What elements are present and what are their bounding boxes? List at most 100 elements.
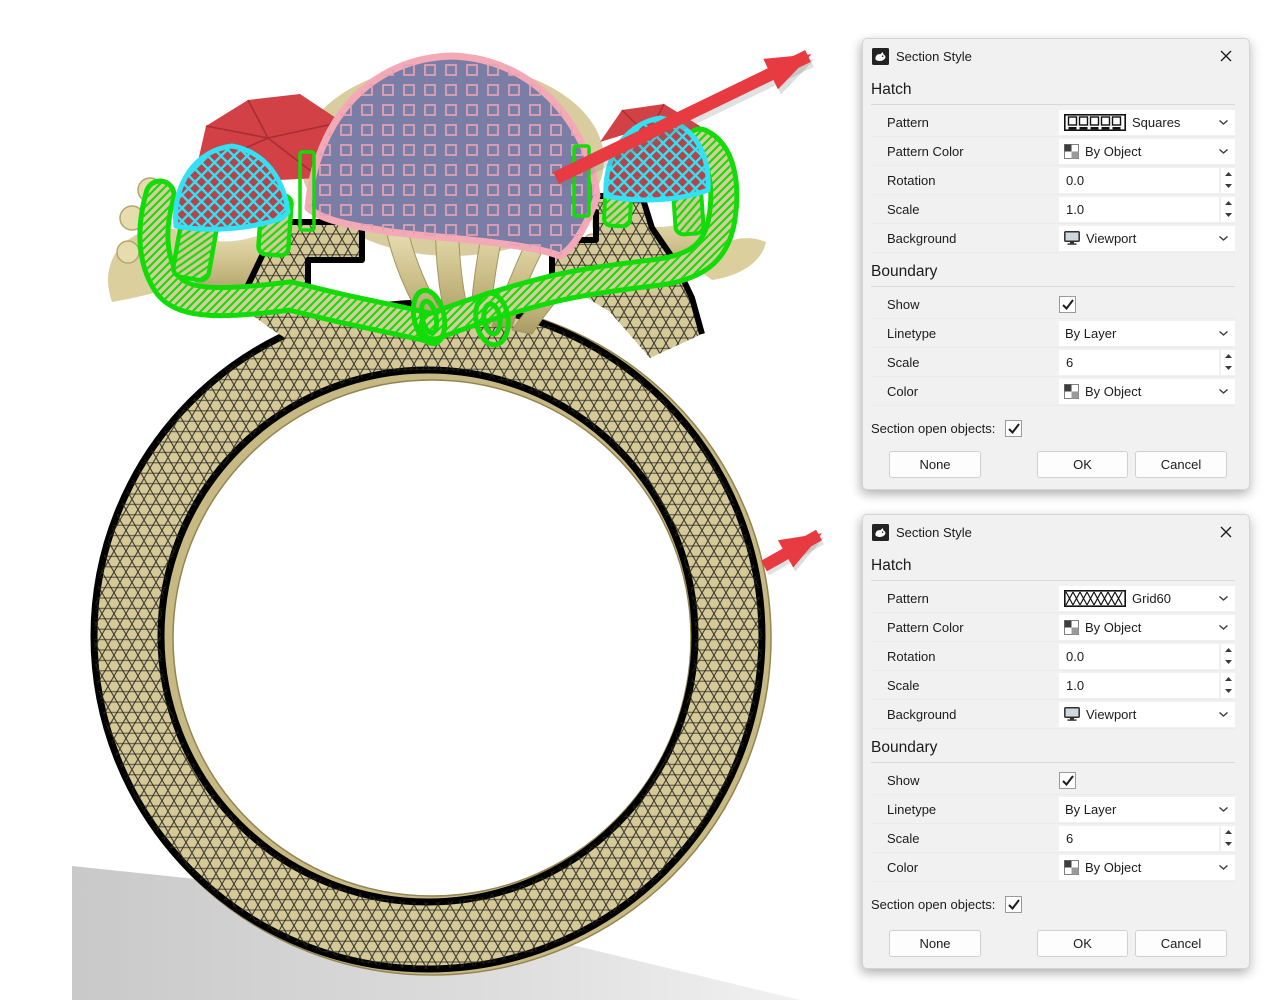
linetype-dropdown[interactable]: By Layer	[1059, 321, 1235, 346]
linetype-dropdown[interactable]: By Layer	[1059, 797, 1235, 822]
hatch-scale-input[interactable]	[1059, 197, 1219, 222]
viewport-monitor-icon	[1064, 707, 1080, 721]
background-dropdown[interactable]: Viewport	[1059, 226, 1235, 251]
grid60-pattern-swatch	[1064, 590, 1126, 607]
rotation-row: Rotation	[871, 166, 1235, 195]
linetype-label: Linetype	[887, 326, 1059, 341]
viewport-monitor-icon	[1064, 231, 1080, 245]
check-icon	[1008, 899, 1020, 910]
boundary-color-dropdown[interactable]: By Object	[1059, 379, 1235, 404]
spinner-down-icon	[1225, 213, 1232, 217]
chevron-down-icon	[1219, 712, 1228, 717]
pattern-color-label: Pattern Color	[887, 620, 1059, 635]
hatch-scale-label: Scale	[887, 202, 1059, 217]
none-button[interactable]: None	[889, 451, 981, 478]
separator	[871, 762, 1235, 763]
chevron-down-icon	[1219, 389, 1228, 394]
close-button[interactable]	[1213, 521, 1239, 543]
section-open-objects-checkbox[interactable]	[1005, 420, 1022, 437]
spinner-down-icon	[1225, 366, 1232, 370]
section-open-objects-row: Section open objects:	[871, 892, 1235, 916]
boundary-scale-input[interactable]	[1059, 350, 1219, 375]
boundary-color-label: Color	[887, 384, 1059, 399]
background-label: Background	[887, 707, 1059, 722]
dialog-titlebar[interactable]: Section Style	[863, 515, 1249, 547]
pattern-label: Pattern	[887, 115, 1059, 130]
pattern-value: Squares	[1132, 115, 1180, 130]
dialog-titlebar[interactable]: Section Style	[863, 39, 1249, 71]
section-open-objects-label: Section open objects:	[871, 421, 995, 436]
pattern-color-dropdown[interactable]: By Object	[1059, 615, 1235, 640]
spinner-up-icon	[1225, 648, 1232, 652]
hatch-scale-row: Scale	[871, 671, 1235, 700]
background-row: Background Viewport	[871, 700, 1235, 729]
check-icon	[1062, 775, 1074, 786]
boundary-scale-input[interactable]	[1059, 826, 1219, 851]
boundary-scale-row: Scale	[871, 348, 1235, 377]
pattern-color-value: By Object	[1085, 144, 1141, 159]
boundary-color-value: By Object	[1085, 860, 1141, 875]
dialog-title: Section Style	[896, 525, 972, 540]
linetype-label: Linetype	[887, 802, 1059, 817]
rotation-input[interactable]	[1059, 168, 1219, 193]
section-style-dialog-1: Section Style Hatch Pattern	[862, 38, 1250, 490]
pattern-color-label: Pattern Color	[887, 144, 1059, 159]
cancel-button[interactable]: Cancel	[1135, 451, 1227, 478]
none-button[interactable]: None	[889, 930, 981, 957]
close-icon	[1220, 526, 1232, 538]
hatch-scale-input[interactable]	[1059, 673, 1219, 698]
pattern-row: Pattern Squares	[871, 108, 1235, 137]
section-open-objects-row: Section open objects:	[871, 416, 1235, 440]
section-style-dialog-2: Section Style Hatch Pattern Grid60	[862, 514, 1250, 969]
linetype-value: By Layer	[1065, 326, 1116, 341]
pattern-label: Pattern	[887, 591, 1059, 606]
rhino-app-icon	[872, 524, 889, 541]
rhino-app-icon	[872, 48, 889, 65]
linetype-value: By Layer	[1065, 802, 1116, 817]
linetype-row: Linetype By Layer	[871, 319, 1235, 348]
section-open-objects-checkbox[interactable]	[1005, 896, 1022, 913]
rotation-input[interactable]	[1059, 644, 1219, 669]
boundary-scale-spinner[interactable]	[1221, 826, 1235, 851]
show-checkbox[interactable]	[1059, 772, 1076, 789]
hatch-scale-row: Scale	[871, 195, 1235, 224]
hatch-scale-spinner[interactable]	[1221, 673, 1235, 698]
show-checkbox[interactable]	[1059, 296, 1076, 313]
rotation-spinner[interactable]	[1221, 644, 1235, 669]
pattern-color-dropdown[interactable]: By Object	[1059, 139, 1235, 164]
background-row: Background Viewport	[871, 224, 1235, 253]
hatch-scale-spinner[interactable]	[1221, 197, 1235, 222]
pattern-dropdown[interactable]: Grid60	[1059, 586, 1235, 611]
rotation-label: Rotation	[887, 173, 1059, 188]
pattern-color-row: Pattern Color By Object	[871, 137, 1235, 166]
ok-button[interactable]: OK	[1037, 930, 1128, 957]
close-button[interactable]	[1213, 45, 1239, 67]
pattern-value: Grid60	[1132, 591, 1171, 606]
spinner-up-icon	[1225, 830, 1232, 834]
check-icon	[1008, 423, 1020, 434]
boundary-color-value: By Object	[1085, 384, 1141, 399]
show-row: Show	[871, 290, 1235, 319]
rotation-spinner[interactable]	[1221, 168, 1235, 193]
ring-shank-section	[94, 303, 762, 969]
chevron-down-icon	[1219, 596, 1228, 601]
pattern-dropdown[interactable]: Squares	[1059, 110, 1235, 135]
ok-button[interactable]: OK	[1037, 451, 1128, 478]
boundary-color-row: Color By Object	[871, 377, 1235, 406]
spinner-up-icon	[1225, 201, 1232, 205]
pattern-row: Pattern Grid60	[871, 584, 1235, 613]
boundary-scale-label: Scale	[887, 831, 1059, 846]
spinner-down-icon	[1225, 184, 1232, 188]
show-label: Show	[887, 773, 1059, 788]
spinner-up-icon	[1225, 354, 1232, 358]
separator	[871, 580, 1235, 581]
boundary-color-dropdown[interactable]: By Object	[1059, 855, 1235, 880]
dialog-title: Section Style	[896, 49, 972, 64]
boundary-scale-spinner[interactable]	[1221, 350, 1235, 375]
background-dropdown[interactable]: Viewport	[1059, 702, 1235, 727]
boundary-section-header: Boundary	[871, 739, 1235, 757]
spinner-up-icon	[1225, 677, 1232, 681]
cancel-button[interactable]: Cancel	[1135, 930, 1227, 957]
section-open-objects-label: Section open objects:	[871, 897, 995, 912]
chevron-down-icon	[1219, 236, 1228, 241]
